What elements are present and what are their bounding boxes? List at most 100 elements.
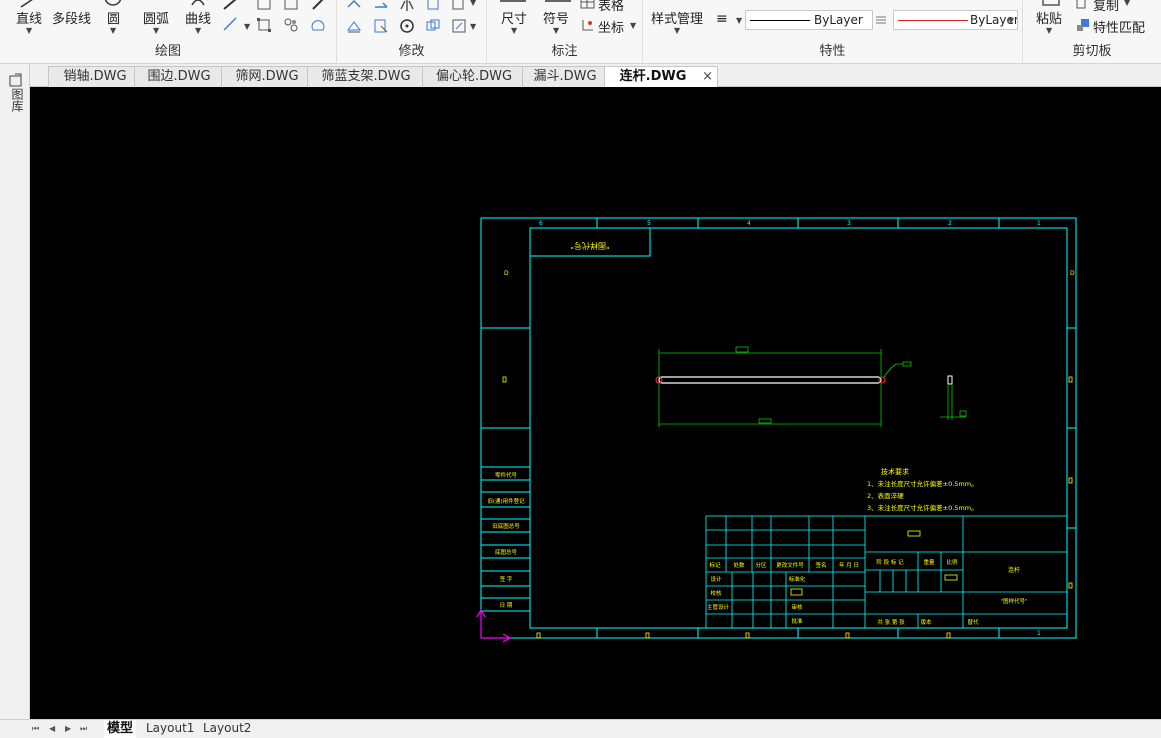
layer-list-icon[interactable] bbox=[874, 12, 890, 28]
arc-button[interactable]: 圆弧 bbox=[143, 8, 169, 27]
lineweight-dropdown[interactable]: ByLayer ▼ bbox=[893, 10, 1018, 30]
zone-number: 1 bbox=[1037, 220, 1041, 227]
tab-model[interactable]: 模型 bbox=[104, 720, 137, 738]
drawing-sheet: 6 5 4 3 2 1 D D 1 "图样代号" 零件代号 旧(通)用件登记 旧… bbox=[476, 217, 1077, 643]
zone-ticks bbox=[481, 218, 1076, 638]
coordinate-button[interactable]: 坐标 bbox=[598, 17, 624, 36]
lineweight-icon[interactable]: ≡ bbox=[716, 11, 728, 27]
tb-label: 批准 bbox=[791, 617, 803, 625]
hatch-icon[interactable] bbox=[283, 0, 299, 12]
clipboard-group-label: 剪切板 bbox=[1072, 44, 1112, 59]
tech-req-title: 技术要求 bbox=[881, 467, 909, 476]
linetype-value: ByLayer bbox=[814, 13, 863, 27]
copy-icon bbox=[1075, 0, 1091, 11]
explode-icon[interactable] bbox=[451, 18, 467, 34]
tab-liangan[interactable]: 连杆.DWG × bbox=[604, 66, 718, 87]
library-tab[interactable]: 图库 bbox=[9, 88, 24, 112]
rotate-icon[interactable] bbox=[399, 18, 415, 34]
polygon-icon[interactable] bbox=[256, 0, 272, 12]
paste-button[interactable]: 粘贴 bbox=[1036, 8, 1062, 27]
line-button[interactable]: 直线 bbox=[16, 8, 42, 27]
chevron-down-icon[interactable]: ▼ bbox=[110, 26, 116, 35]
zone-number: 1 bbox=[1037, 630, 1041, 637]
clipboard-group: 粘贴 ▼ 复制 ▼ 特性匹配 剪切板 bbox=[1023, 0, 1161, 64]
zone-number: 5 bbox=[647, 220, 651, 227]
table-icon bbox=[580, 0, 596, 11]
zone-number: 2 bbox=[948, 220, 952, 227]
first-layout-button[interactable]: ⏮ bbox=[32, 720, 39, 738]
tb-label: 主管设计 bbox=[707, 603, 730, 611]
drawing-canvas[interactable]: 6 5 4 3 2 1 D D 1 "图样代号" 零件代号 旧(通)用件登记 旧… bbox=[30, 87, 1161, 719]
chevron-down-icon[interactable]: ▼ bbox=[244, 22, 250, 31]
side-label: 底图总号 bbox=[495, 548, 518, 556]
chevron-down-icon[interactable]: ▼ bbox=[1046, 26, 1052, 35]
drawing-number-text: "图样代号" bbox=[570, 241, 609, 251]
copy-object-icon[interactable] bbox=[373, 0, 389, 12]
array-icon[interactable] bbox=[451, 0, 467, 12]
layout-tab-bar: ⏮ ◀ ▶ ⏭ 模型 Layout1 Layout2 bbox=[0, 719, 1161, 738]
chevron-down-icon[interactable]: ▼ bbox=[195, 26, 201, 35]
chevron-down-icon[interactable]: ▼ bbox=[511, 26, 517, 35]
trim-icon[interactable] bbox=[425, 18, 441, 34]
tab-loudou[interactable]: 漏斗.DWG bbox=[522, 66, 608, 87]
mirror-icon[interactable] bbox=[399, 0, 415, 12]
move-icon[interactable] bbox=[346, 0, 362, 12]
zone-letter: D bbox=[1070, 270, 1075, 277]
tab-shailan-zhijia[interactable]: 筛蓝支架.DWG bbox=[307, 66, 425, 87]
tab-pianxinlun[interactable]: 偏心轮.DWG bbox=[422, 66, 526, 87]
boundary-icon[interactable] bbox=[310, 17, 326, 33]
construction-line-icon[interactable] bbox=[222, 16, 238, 32]
side-label: 签 字 bbox=[500, 575, 513, 583]
last-layout-button[interactable]: ⏭ bbox=[80, 720, 87, 738]
chevron-down-icon[interactable]: ▼ bbox=[470, 0, 476, 7]
next-layout-button[interactable]: ▶ bbox=[65, 720, 71, 738]
part-name: 连杆 bbox=[1008, 566, 1020, 574]
chevron-down-icon[interactable]: ▼ bbox=[630, 21, 636, 30]
library-icon[interactable] bbox=[9, 72, 23, 87]
chevron-down-icon[interactable]: ▼ bbox=[674, 26, 680, 35]
properties-group-label: 特性 bbox=[819, 44, 846, 59]
zone-number: 4 bbox=[747, 220, 751, 227]
scale-icon[interactable] bbox=[373, 18, 389, 34]
chevron-down-icon[interactable]: ▼ bbox=[470, 22, 476, 31]
tab-xiaozhou[interactable]: 销轴.DWG bbox=[48, 66, 142, 87]
side-label-grid bbox=[481, 466, 530, 612]
tab-layout2[interactable]: Layout2 bbox=[203, 720, 251, 738]
polyline-button[interactable]: 多段线 bbox=[52, 8, 91, 27]
table-button[interactable]: 表格 bbox=[598, 0, 624, 14]
style-manager-button[interactable]: 样式管理 bbox=[651, 8, 703, 27]
copy-button[interactable]: 复制 bbox=[1093, 0, 1119, 14]
prev-layout-button[interactable]: ◀ bbox=[49, 720, 55, 738]
symbol-button[interactable]: 符号 bbox=[543, 8, 569, 27]
close-icon[interactable]: × bbox=[702, 67, 713, 87]
tab-shaiwang[interactable]: 筛网.DWG bbox=[221, 66, 313, 87]
chevron-down-icon[interactable]: ▼ bbox=[1124, 0, 1130, 7]
match-properties-button[interactable]: 特性匹配 bbox=[1093, 17, 1145, 36]
tab-weibian[interactable]: 围边.DWG bbox=[134, 66, 224, 87]
point-icon[interactable] bbox=[310, 0, 326, 12]
rectangle-icon[interactable] bbox=[256, 17, 272, 33]
tab-layout1[interactable]: Layout1 bbox=[146, 720, 194, 738]
tab-label: 漏斗.DWG bbox=[533, 69, 597, 84]
tech-req-item: 2、表面淬硬 bbox=[867, 491, 904, 500]
version-label: 版本 bbox=[920, 618, 932, 626]
circle-button[interactable]: 圆 bbox=[107, 8, 120, 27]
chevron-down-icon[interactable]: ▼ bbox=[736, 16, 742, 25]
circle-icon bbox=[104, 0, 122, 8]
side-label: 零件代号 bbox=[495, 471, 518, 479]
chevron-down-icon[interactable]: ▼ bbox=[553, 26, 559, 35]
tab-label: 连杆.DWG bbox=[619, 69, 687, 84]
stretch-icon[interactable] bbox=[346, 18, 362, 34]
linetype-dropdown[interactable]: ByLayer bbox=[745, 10, 873, 30]
curve-button[interactable]: 曲线 bbox=[185, 8, 211, 27]
chevron-down-icon[interactable]: ▼ bbox=[26, 26, 32, 35]
ucs-axis-icon bbox=[476, 608, 512, 643]
connecting-rod-side-view bbox=[940, 375, 967, 420]
chevron-down-icon[interactable]: ▼ bbox=[153, 26, 159, 35]
region-icon[interactable] bbox=[283, 17, 299, 33]
drawing-code: "图样代号" bbox=[1000, 597, 1027, 605]
chevron-down-icon[interactable]: ▼ bbox=[1008, 16, 1014, 25]
offset-icon[interactable] bbox=[425, 0, 441, 12]
pencil-icon[interactable] bbox=[222, 0, 238, 12]
dimension-button[interactable]: 尺寸 bbox=[501, 8, 527, 27]
